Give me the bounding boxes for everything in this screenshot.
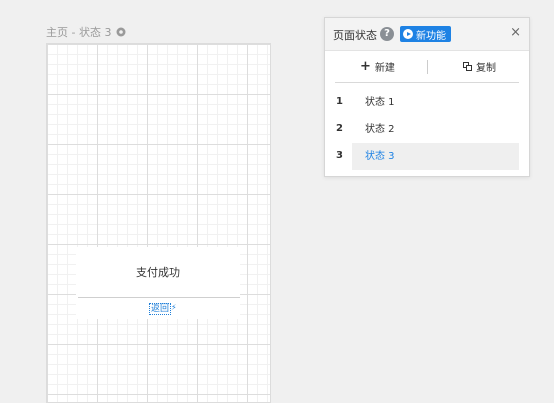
- state-number: 2: [336, 123, 343, 134]
- design-canvas[interactable]: [46, 43, 271, 403]
- state-item-3[interactable]: 3 状态 3: [325, 143, 529, 170]
- panel-header: 页面状态 ? 新功能 ×: [325, 18, 529, 51]
- copy-icon: [463, 62, 472, 71]
- state-item-2[interactable]: 2 状态 2: [325, 116, 529, 143]
- state-item-1[interactable]: 1 状态 1: [325, 89, 529, 116]
- page-states-panel: 页面状态 ? 新功能 × + 新建 复制 1 状态 1 2 状态 2 3 状态 …: [324, 17, 530, 177]
- action-divider: [427, 60, 428, 74]
- new-feature-badge[interactable]: 新功能: [400, 26, 451, 42]
- state-number: 1: [336, 96, 343, 107]
- copy-state-label: 复制: [476, 63, 496, 74]
- state-actions: + 新建 复制: [335, 56, 519, 83]
- close-icon[interactable]: ×: [510, 26, 521, 40]
- new-feature-label: 新功能: [416, 30, 446, 42]
- state-label: 状态 3: [352, 143, 519, 170]
- plus-icon: +: [360, 58, 371, 74]
- state-number: 3: [336, 150, 343, 161]
- gear-icon[interactable]: [116, 27, 126, 37]
- card-divider: [78, 297, 240, 298]
- success-card: 支付成功 返回 ⚡: [76, 247, 240, 319]
- card-title: 支付成功: [136, 266, 180, 279]
- back-link[interactable]: 返回: [149, 303, 172, 315]
- state-label: 状态 2: [365, 124, 395, 135]
- interaction-bolt-icon: ⚡: [171, 303, 177, 312]
- breadcrumb: 主页 - 状态 3: [46, 24, 126, 40]
- copy-state-button[interactable]: 复制: [463, 59, 496, 74]
- new-state-label: 新建: [374, 63, 395, 74]
- breadcrumb-text: 主页 - 状态 3: [46, 26, 112, 39]
- play-icon: [403, 29, 413, 39]
- panel-title: 页面状态: [333, 29, 377, 42]
- help-icon[interactable]: ?: [380, 27, 394, 41]
- state-list: 1 状态 1 2 状态 2 3 状态 3: [325, 89, 529, 170]
- state-label: 状态 1: [365, 97, 395, 108]
- new-state-button[interactable]: + 新建: [360, 58, 395, 75]
